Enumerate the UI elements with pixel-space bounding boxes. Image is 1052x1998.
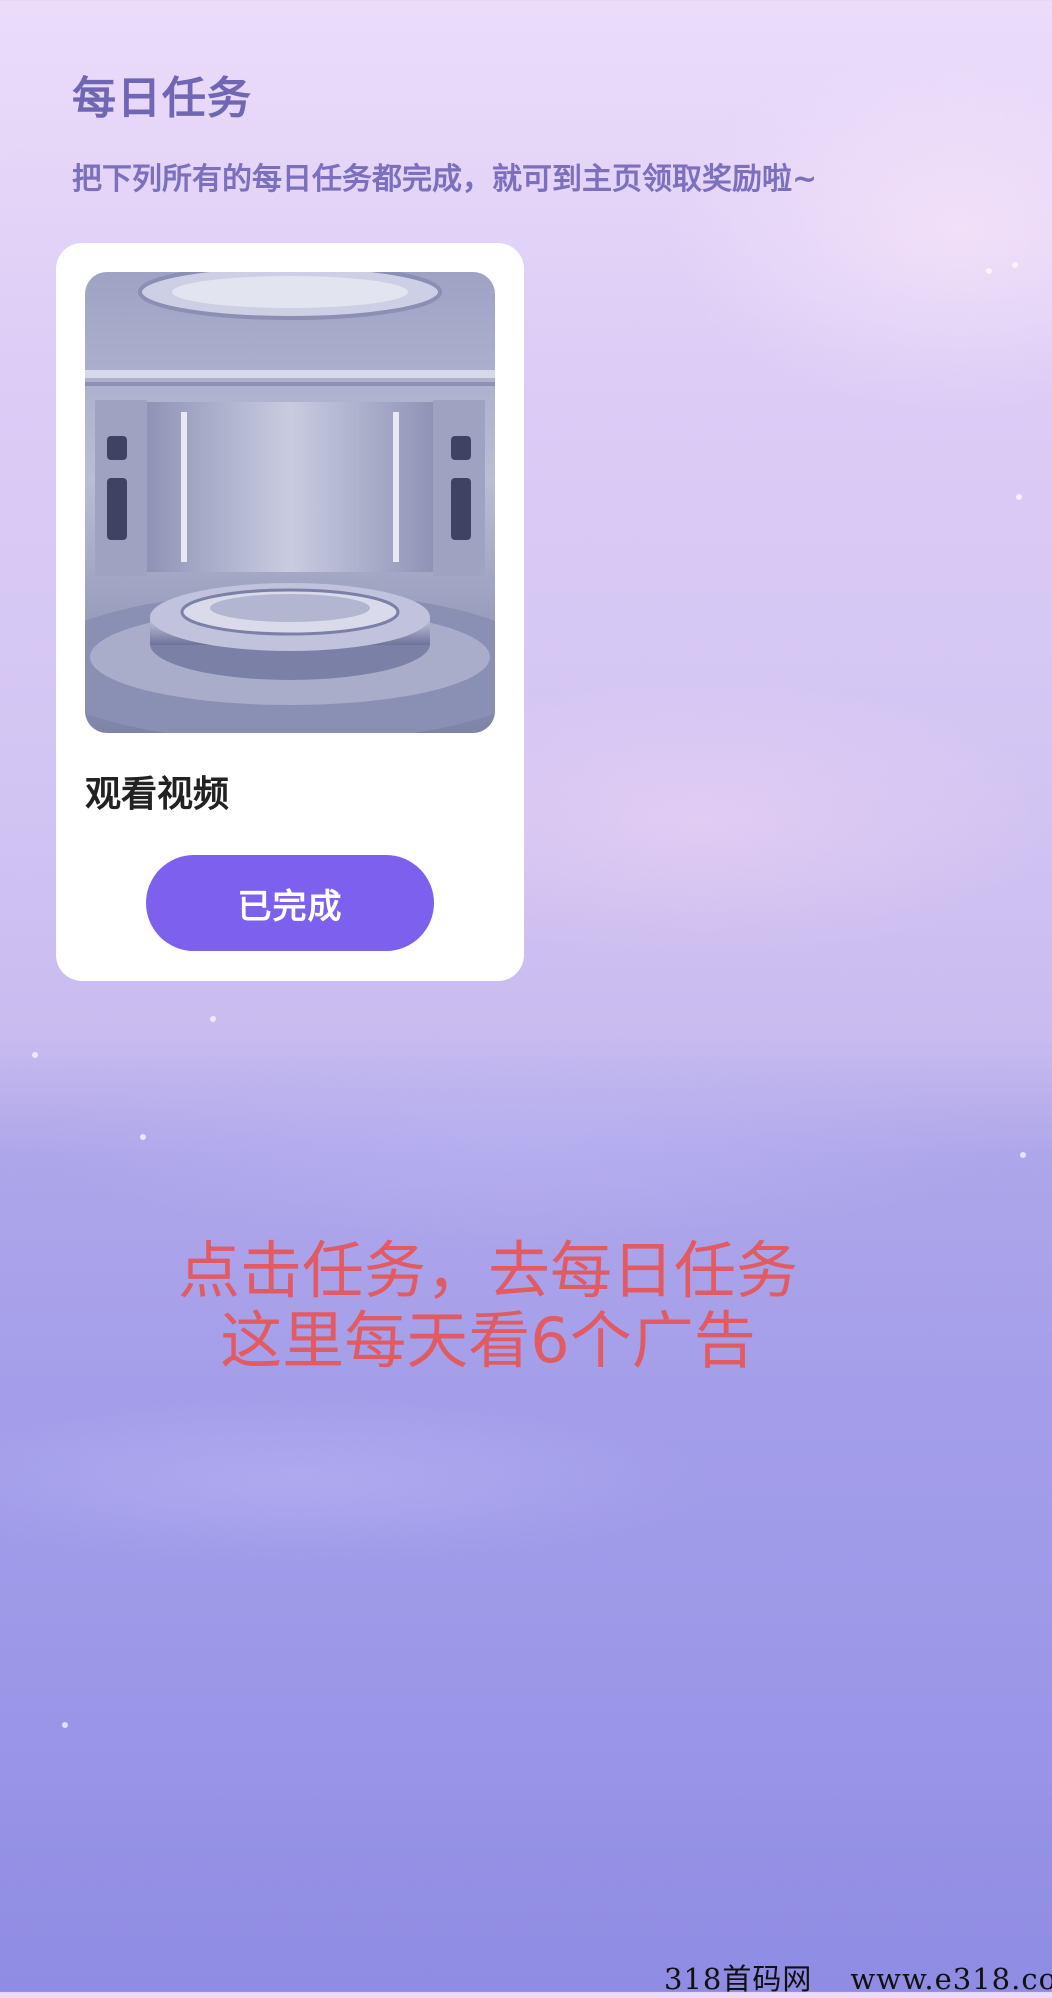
task-card-watch-video[interactable]: 观看视频 已完成 <box>56 243 524 981</box>
watermark-site-url: www.e318.com <box>850 1962 1052 1996</box>
task-completed-button[interactable]: 已完成 <box>146 855 434 951</box>
background-sparkle <box>140 1134 146 1140</box>
page-title: 每日任务 <box>72 73 252 124</box>
background-sparkle <box>210 1016 216 1022</box>
annotation-text: 点击任务，去每日任务这里每天看6个广告 <box>177 1234 798 1377</box>
sci-fi-podium-image <box>85 272 495 733</box>
background-sparkle <box>1020 1152 1026 1158</box>
background-sparkle <box>1012 262 1018 268</box>
background-sparkle <box>986 268 992 274</box>
background-sparkle <box>32 1052 38 1058</box>
page-subtitle: 把下列所有的每日任务都完成，就可到主页领取奖励啦~ <box>72 162 818 197</box>
task-title: 观看视频 <box>85 774 230 815</box>
background-sparkle <box>62 1722 68 1728</box>
watermark-site-name: 318首码网 <box>664 1962 813 1996</box>
background-sparkle <box>1016 494 1022 500</box>
